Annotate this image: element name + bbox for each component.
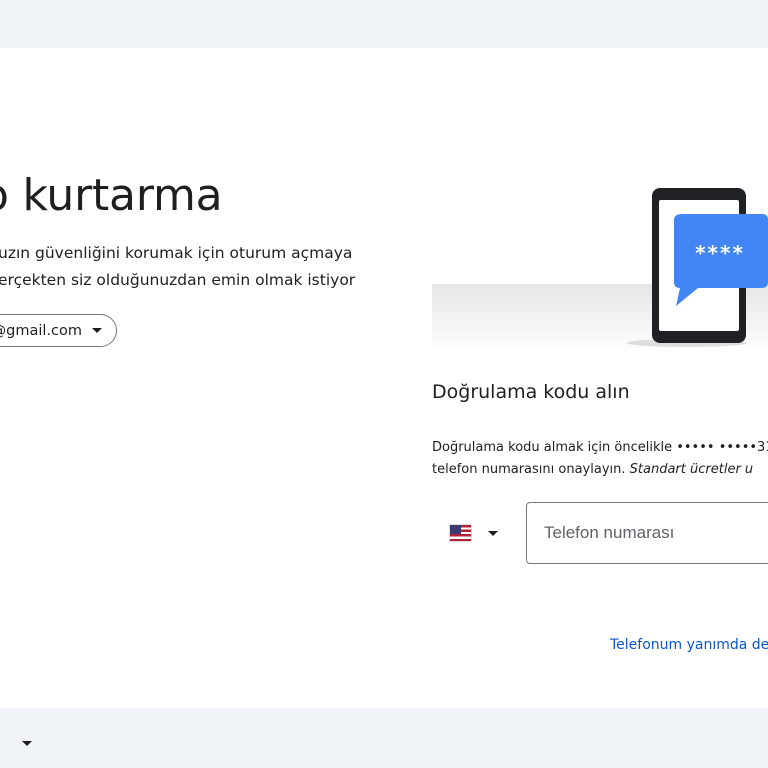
page-title: o kurtarma [0, 170, 223, 221]
verification-info: Doğrulama kodu almak için öncelikle ••••… [432, 437, 768, 481]
alternative-option-link[interactable]: Telefonum yanımda de [610, 637, 768, 653]
description-line-2: erçekten siz olduğunuzdan emin olmak ist… [0, 271, 356, 289]
phone-message-illustration: **** [432, 178, 768, 353]
us-flag-icon [450, 525, 471, 541]
bubble-text: **** [695, 241, 745, 265]
section-title: Doğrulama kodu alın [432, 381, 630, 403]
language-chevron-down-icon[interactable] [22, 741, 32, 746]
description-line-1: uzın güvenliğini korumak için oturum açm… [0, 244, 353, 262]
phone-illustration-svg: **** [432, 188, 768, 353]
account-chip[interactable]: @gmail.com [0, 314, 117, 347]
account-email: @gmail.com [0, 322, 82, 339]
country-select[interactable] [440, 508, 512, 558]
phone-number-input[interactable] [526, 502, 768, 564]
top-band [0, 0, 768, 48]
info-line-2-text: telefon numarasını onaylayın. [432, 462, 626, 477]
chevron-down-icon [92, 328, 102, 333]
chevron-down-icon [488, 530, 498, 536]
recovery-card: o kurtarma uzın güvenliğini korumak için… [0, 48, 768, 708]
footer [0, 708, 768, 768]
info-line-1: Doğrulama kodu almak için öncelikle ••••… [432, 440, 768, 455]
info-italic: Standart ücretler u [629, 462, 754, 477]
info-line-2: telefon numarasını onaylayın. Standart ü… [432, 459, 768, 481]
page-description: uzın güvenliğini korumak için oturum açm… [0, 240, 378, 294]
